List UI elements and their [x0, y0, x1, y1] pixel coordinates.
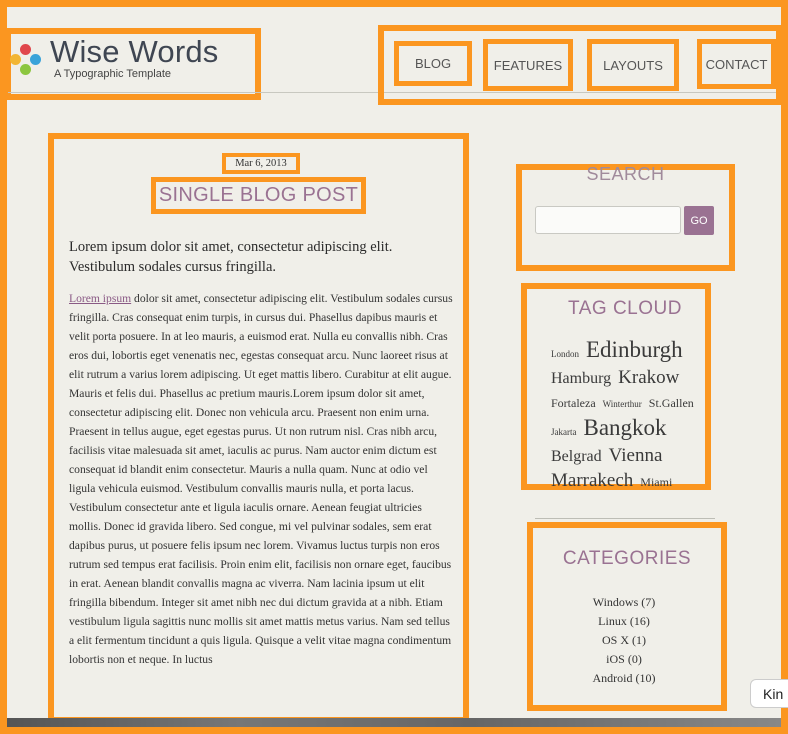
tag-link[interactable]: Winterthur [603, 399, 642, 409]
sidebar-divider [535, 518, 715, 519]
category-item[interactable]: Windows (7) [532, 593, 716, 612]
tag-cloud-title: TAG CLOUD [568, 298, 682, 319]
tag-link[interactable]: Fortaleza [551, 396, 596, 410]
logo-dot-blue-icon [30, 54, 41, 65]
category-item[interactable]: Android (10) [532, 669, 716, 688]
tag-link[interactable]: Krakow [618, 367, 679, 388]
post-body-link[interactable]: Lorem ipsum [69, 292, 131, 305]
tag-link[interactable]: London [551, 349, 579, 359]
search-title: SEARCH [586, 164, 665, 184]
tag-cloud-list: London Edinburgh Hamburg Krakow Fortalez… [551, 338, 711, 494]
tag-link[interactable]: Miami [640, 475, 672, 489]
site-tagline: A Typographic Template [54, 68, 172, 80]
footer-strip [7, 718, 781, 727]
nav-contact[interactable]: CONTACT [697, 39, 776, 89]
category-item[interactable]: Linux (16) [532, 612, 716, 631]
tag-link[interactable]: Edinburgh [586, 337, 683, 362]
post-body-text: dolor sit amet, consectetur adipiscing e… [69, 292, 453, 666]
post-lead: Lorem ipsum dolor sit amet, consectetur … [69, 239, 393, 275]
logo-dot-red-icon [20, 44, 31, 55]
tag-link[interactable]: St.Gallen [649, 396, 694, 410]
post-title[interactable]: SINGLE BLOG POST [151, 177, 366, 214]
tag-link[interactable]: Bangkok [583, 415, 666, 440]
logo-dot-green-icon [20, 64, 31, 75]
tag-link[interactable]: Marrakech [551, 470, 633, 491]
search-input[interactable] [535, 206, 681, 234]
site-title[interactable]: Wise Words [50, 34, 219, 70]
tag-link[interactable]: Hamburg [551, 370, 611, 387]
logo-dot-yellow-icon [10, 54, 21, 65]
tag-link[interactable]: Vienna [609, 445, 663, 466]
categories-list: Windows (7) Linux (16) OS X (1) iOS (0) … [532, 593, 716, 688]
nav-layouts[interactable]: LAYOUTS [587, 39, 679, 91]
categories-title: CATEGORIES [562, 548, 692, 569]
chat-launcher-button[interactable]: Kin [750, 679, 788, 708]
tag-link[interactable]: Jakarta [551, 427, 576, 437]
nav-blog[interactable]: BLOG [394, 41, 472, 86]
nav-features[interactable]: FEATURES [483, 39, 573, 91]
post-body: Lorem ipsum dolor sit amet, consectetur … [69, 289, 455, 669]
category-item[interactable]: OS X (1) [532, 631, 716, 650]
tag-link[interactable]: Belgrad [551, 448, 602, 465]
search-go-button[interactable]: GO [684, 206, 714, 235]
post-date: Mar 6, 2013 [222, 153, 300, 174]
category-item[interactable]: iOS (0) [532, 650, 716, 669]
logo-icon [8, 42, 44, 78]
